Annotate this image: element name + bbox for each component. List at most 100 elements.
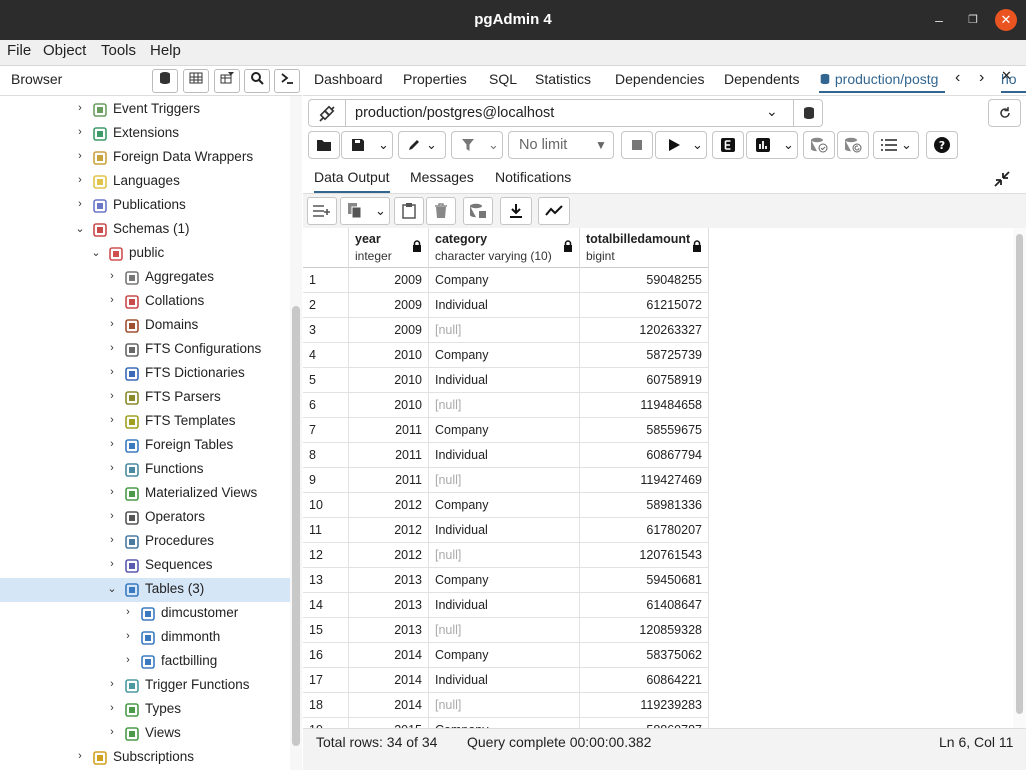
- table-cell[interactable]: 61408647: [580, 593, 709, 618]
- table-row[interactable]: 18 2014 [null] 119239283: [303, 693, 709, 718]
- refresh-button[interactable]: [988, 99, 1021, 127]
- row-number-cell[interactable]: 16: [303, 643, 349, 668]
- table-cell[interactable]: Individual: [429, 518, 580, 543]
- table-row[interactable]: 2 2009 Individual 61215072: [303, 293, 709, 318]
- table-row[interactable]: 8 2011 Individual 60867794: [303, 443, 709, 468]
- row-number-cell[interactable]: 9: [303, 468, 349, 493]
- tree-item[interactable]: › FTS Dictionaries: [0, 362, 290, 386]
- tree-item[interactable]: › Aggregates: [0, 266, 290, 290]
- table-cell[interactable]: 2009: [349, 293, 429, 318]
- row-number-cell[interactable]: 8: [303, 443, 349, 468]
- table-cell[interactable]: 60758919: [580, 368, 709, 393]
- table-cell[interactable]: Individual: [429, 593, 580, 618]
- tree-item[interactable]: › Foreign Data Wrappers: [0, 146, 290, 170]
- graph-visualiser-button[interactable]: [538, 197, 570, 225]
- chevron-right-icon[interactable]: ›: [106, 534, 118, 546]
- table-row[interactable]: 5 2010 Individual 60758919: [303, 368, 709, 393]
- add-row-button[interactable]: [307, 197, 337, 225]
- table-cell[interactable]: 120263327: [580, 318, 709, 343]
- table-cell[interactable]: 2014: [349, 693, 429, 718]
- chevron-right-icon[interactable]: ›: [74, 174, 86, 186]
- browser-scrollbar-thumb[interactable]: [292, 306, 300, 746]
- row-number-cell[interactable]: 19: [303, 718, 349, 728]
- row-number-cell[interactable]: 10: [303, 493, 349, 518]
- edit-button[interactable]: ⌄: [398, 131, 446, 159]
- table-cell[interactable]: 2012: [349, 543, 429, 568]
- table-cell[interactable]: 2009: [349, 268, 429, 293]
- tree-item[interactable]: ⌄ Tables (3): [0, 578, 290, 602]
- table-cell[interactable]: 58981336: [580, 493, 709, 518]
- menu-file[interactable]: File: [7, 42, 31, 59]
- table-cell[interactable]: 119239283: [580, 693, 709, 718]
- table-row[interactable]: 6 2010 [null] 119484658: [303, 393, 709, 418]
- table-cell[interactable]: Company: [429, 718, 580, 728]
- table-cell[interactable]: 2014: [349, 643, 429, 668]
- tree-item[interactable]: › dimcustomer: [0, 602, 290, 626]
- connection-select[interactable]: production/postgres@localhost ⌄: [308, 99, 823, 127]
- chevron-down-icon[interactable]: ⌄: [106, 582, 118, 595]
- tree-item[interactable]: › Foreign Tables: [0, 434, 290, 458]
- maximize-icon[interactable]: ❐: [962, 9, 984, 31]
- table-cell[interactable]: Company: [429, 493, 580, 518]
- table-row[interactable]: 17 2014 Individual 60864221: [303, 668, 709, 693]
- tree-item[interactable]: › Trigger Functions: [0, 674, 290, 698]
- table-row[interactable]: 10 2012 Company 58981336: [303, 493, 709, 518]
- tab-dashboard[interactable]: Dashboard: [314, 71, 383, 87]
- delete-button[interactable]: [426, 197, 456, 225]
- chevron-right-icon[interactable]: ›: [106, 510, 118, 522]
- tree-item[interactable]: ⌄ Schemas (1): [0, 218, 290, 242]
- chevron-right-icon[interactable]: ›: [74, 198, 86, 210]
- chevron-down-icon[interactable]: ⌄: [74, 222, 86, 235]
- chevron-right-icon[interactable]: ›: [106, 678, 118, 690]
- row-number-cell[interactable]: 13: [303, 568, 349, 593]
- table-row[interactable]: 7 2011 Company 58559675: [303, 418, 709, 443]
- explain-button[interactable]: [712, 131, 744, 159]
- row-number-cell[interactable]: 7: [303, 418, 349, 443]
- table-cell[interactable]: 2010: [349, 393, 429, 418]
- menu-object[interactable]: Object: [43, 42, 86, 59]
- chevron-right-icon[interactable]: ›: [74, 750, 86, 762]
- minimize-icon[interactable]: –: [928, 9, 950, 31]
- row-number-cell[interactable]: 18: [303, 693, 349, 718]
- table-cell[interactable]: 58725739: [580, 343, 709, 368]
- tree-item[interactable]: › Sequences: [0, 554, 290, 578]
- table-cell[interactable]: Company: [429, 568, 580, 593]
- tree-item[interactable]: › Subscriptions: [0, 746, 290, 770]
- tree-item[interactable]: › Operators: [0, 506, 290, 530]
- row-number-cell[interactable]: 5: [303, 368, 349, 393]
- table-cell[interactable]: 2012: [349, 493, 429, 518]
- table-cell[interactable]: 60864221: [580, 668, 709, 693]
- tree-item[interactable]: › Functions: [0, 458, 290, 482]
- tree-item[interactable]: › Publications: [0, 194, 290, 218]
- table-cell[interactable]: 60867794: [580, 443, 709, 468]
- table-row[interactable]: 4 2010 Company 58725739: [303, 343, 709, 368]
- table-cell[interactable]: 2011: [349, 443, 429, 468]
- chevron-right-icon[interactable]: ›: [106, 294, 118, 306]
- download-button[interactable]: [500, 197, 532, 225]
- tree-item[interactable]: › Materialized Views: [0, 482, 290, 506]
- tab-statistics[interactable]: Statistics: [535, 71, 591, 87]
- table-cell[interactable]: [null]: [429, 693, 580, 718]
- psql-tool-button[interactable]: [274, 69, 300, 93]
- stop-button[interactable]: [621, 131, 653, 159]
- tab-properties[interactable]: Properties: [403, 71, 467, 87]
- chevron-right-icon[interactable]: ›: [106, 366, 118, 378]
- paste-button[interactable]: [394, 197, 424, 225]
- table-cell[interactable]: 2009: [349, 318, 429, 343]
- rollback-button[interactable]: [837, 131, 869, 159]
- table-row[interactable]: 13 2013 Company 59450681: [303, 568, 709, 593]
- grid-scrollbar-thumb[interactable]: [1016, 234, 1023, 714]
- table-cell[interactable]: 61215072: [580, 293, 709, 318]
- chevron-right-icon[interactable]: ›: [106, 390, 118, 402]
- table-cell[interactable]: [null]: [429, 393, 580, 418]
- chevron-right-icon[interactable]: ›: [106, 702, 118, 714]
- chevron-right-icon[interactable]: ›: [122, 654, 134, 666]
- column-header-year[interactable]: year integer: [349, 228, 429, 268]
- tree-item[interactable]: › factbilling: [0, 650, 290, 674]
- tree-item[interactable]: › Event Triggers: [0, 98, 290, 122]
- table-cell[interactable]: Company: [429, 643, 580, 668]
- table-row[interactable]: 1 2009 Company 59048255: [303, 268, 709, 293]
- row-number-cell[interactable]: 4: [303, 343, 349, 368]
- table-cell[interactable]: 2013: [349, 593, 429, 618]
- explain-analyze-button[interactable]: ⌄: [746, 131, 798, 159]
